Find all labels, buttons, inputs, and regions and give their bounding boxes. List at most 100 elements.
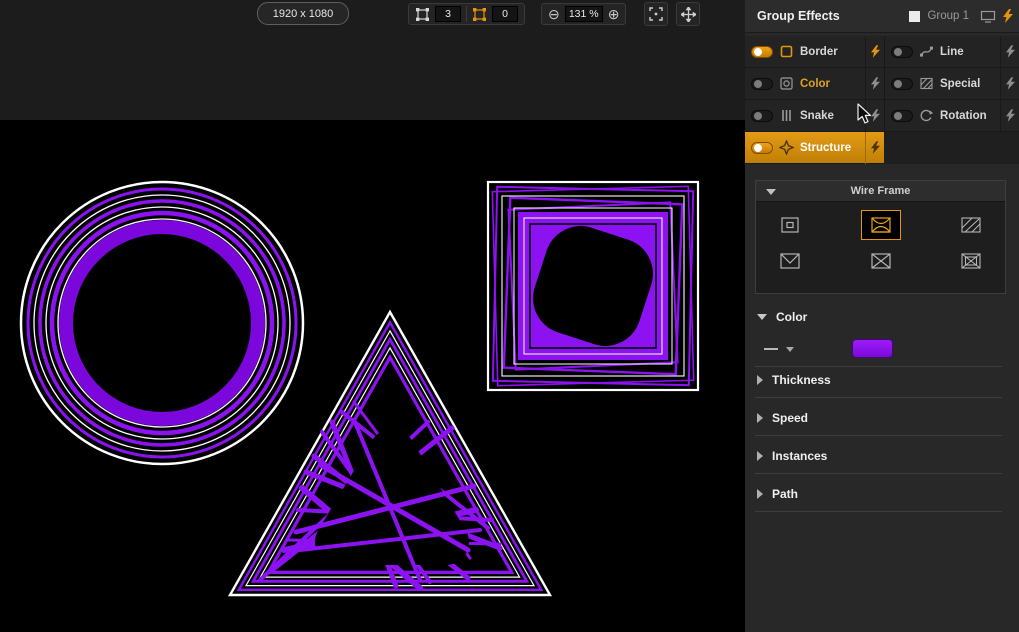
divider bbox=[755, 397, 1002, 398]
structure-toggle[interactable] bbox=[751, 142, 773, 154]
effect-row-special[interactable]: Special bbox=[885, 68, 1019, 100]
wireframe-header[interactable]: Wire Frame bbox=[756, 181, 1005, 202]
color-effect-icon bbox=[779, 76, 794, 91]
wireframe-options bbox=[756, 202, 1005, 276]
line-effect-icon bbox=[919, 44, 934, 59]
selected-count-value[interactable]: 0 bbox=[492, 6, 518, 22]
wireframe-option-5[interactable] bbox=[861, 246, 901, 276]
fit-view-button[interactable] bbox=[644, 2, 668, 26]
path-title: Path bbox=[772, 487, 798, 501]
structure-flash-button[interactable] bbox=[865, 132, 884, 164]
monitor-icon[interactable] bbox=[980, 10, 996, 23]
border-flash-button[interactable] bbox=[865, 36, 884, 68]
chevron-down-icon bbox=[786, 347, 794, 352]
lightning-icon[interactable] bbox=[1003, 9, 1013, 23]
rotation-effect-icon bbox=[919, 108, 934, 123]
effects-column-left: Border Color bbox=[745, 36, 884, 164]
resolution-badge[interactable]: 1920 x 1080 bbox=[257, 2, 349, 25]
divider bbox=[755, 435, 1002, 436]
zoom-out-button[interactable]: ⊖ bbox=[548, 7, 560, 21]
envelope-square-icon bbox=[779, 252, 801, 270]
effect-row-snake[interactable]: Snake bbox=[745, 100, 884, 132]
divider bbox=[466, 6, 467, 22]
lightning-icon bbox=[1006, 109, 1015, 122]
wireframe-option-4[interactable] bbox=[770, 246, 810, 276]
effect-label: Rotation bbox=[940, 110, 987, 122]
wireframe-square-shape[interactable] bbox=[488, 182, 698, 390]
wireframe-option-3[interactable] bbox=[951, 210, 991, 240]
selected-frame-icon[interactable] bbox=[472, 7, 487, 22]
instances-section-header[interactable]: Instances bbox=[745, 448, 827, 464]
hatched-square-icon bbox=[960, 216, 982, 234]
artboard[interactable] bbox=[0, 120, 745, 632]
path-section-header[interactable]: Path bbox=[745, 486, 798, 502]
color-section-title: Color bbox=[776, 310, 807, 324]
wireframe-option-2-selected[interactable] bbox=[861, 210, 901, 240]
line-flash-button[interactable] bbox=[1000, 36, 1019, 68]
boxed-cross-icon bbox=[960, 252, 982, 270]
special-flash-button[interactable] bbox=[1000, 68, 1019, 100]
laser-shapes bbox=[0, 120, 745, 632]
pan-view-button[interactable] bbox=[676, 2, 700, 26]
color-toggle[interactable] bbox=[751, 78, 773, 90]
snake-effect-icon bbox=[779, 108, 794, 123]
chevron-right-icon bbox=[757, 413, 763, 423]
lightning-icon bbox=[871, 109, 880, 122]
divider bbox=[755, 366, 1002, 367]
effect-label: Color bbox=[800, 78, 830, 90]
group-color-chip[interactable] bbox=[909, 11, 920, 22]
frame-counters: 3 0 bbox=[408, 3, 525, 25]
speed-section-header[interactable]: Speed bbox=[745, 410, 808, 426]
app-window: 1920 x 1080 3 0 ⊖ 131 % bbox=[0, 0, 1019, 632]
wireframe-title: Wire Frame bbox=[851, 185, 911, 197]
effect-row-color[interactable]: Color bbox=[745, 68, 884, 100]
rotation-flash-button[interactable] bbox=[1000, 100, 1019, 132]
square-inset-icon bbox=[779, 216, 801, 234]
zoom-in-button[interactable]: ⊕ bbox=[608, 7, 620, 21]
selected-count-text: 0 bbox=[502, 8, 508, 20]
group-name-label: Group 1 bbox=[927, 10, 969, 22]
instances-title: Instances bbox=[772, 449, 827, 463]
zoom-value-field[interactable]: 131 % bbox=[565, 6, 603, 22]
border-toggle[interactable] bbox=[751, 46, 773, 58]
zoom-controls: ⊖ 131 % ⊕ bbox=[541, 3, 626, 25]
line-toggle[interactable] bbox=[891, 46, 913, 58]
zoom-value-text: 131 % bbox=[569, 8, 599, 20]
line-style-dropdown[interactable] bbox=[763, 342, 794, 356]
line-style-icon bbox=[763, 342, 783, 356]
chevron-right-icon bbox=[757, 489, 763, 499]
frame-count-value[interactable]: 3 bbox=[435, 6, 461, 22]
canvas-area[interactable]: 1920 x 1080 3 0 ⊖ 131 % bbox=[0, 0, 745, 632]
border-effect-icon bbox=[779, 44, 794, 59]
selection-frame-icon[interactable] bbox=[415, 7, 430, 22]
thickness-title: Thickness bbox=[772, 373, 831, 387]
effect-row-line[interactable]: Line bbox=[885, 36, 1019, 68]
effect-label: Line bbox=[940, 46, 964, 58]
effect-row-structure[interactable]: Structure bbox=[745, 132, 884, 164]
fit-view-icon bbox=[649, 7, 663, 21]
wireframe-option-6[interactable] bbox=[951, 246, 991, 276]
snake-flash-button[interactable] bbox=[865, 100, 884, 132]
effect-label: Special bbox=[940, 78, 980, 90]
thickness-section-header[interactable]: Thickness bbox=[745, 372, 831, 388]
panel-header: Group Effects Group 1 bbox=[745, 0, 1019, 33]
wireframe-circle-shape[interactable] bbox=[21, 182, 303, 464]
effect-row-rotation[interactable]: Rotation bbox=[885, 100, 1019, 132]
lightning-icon bbox=[871, 45, 880, 58]
color-section-header[interactable]: Color bbox=[745, 309, 807, 325]
lightning-icon bbox=[871, 141, 880, 154]
color-flash-button[interactable] bbox=[865, 68, 884, 100]
effect-label: Snake bbox=[800, 110, 834, 122]
snake-toggle[interactable] bbox=[751, 110, 773, 122]
effect-row-border[interactable]: Border bbox=[745, 36, 884, 68]
panel-title: Group Effects bbox=[757, 9, 840, 23]
wireframe-option-1[interactable] bbox=[770, 210, 810, 240]
rotation-toggle[interactable] bbox=[891, 110, 913, 122]
effect-label: Border bbox=[800, 46, 838, 58]
wireframe-selector: Wire Frame bbox=[755, 180, 1006, 294]
group-effects-panel: Group Effects Group 1 Border bbox=[745, 0, 1019, 632]
special-toggle[interactable] bbox=[891, 78, 913, 90]
lightning-icon bbox=[1006, 77, 1015, 90]
color-swatch[interactable] bbox=[852, 339, 893, 358]
wire-square-icon bbox=[870, 216, 892, 234]
